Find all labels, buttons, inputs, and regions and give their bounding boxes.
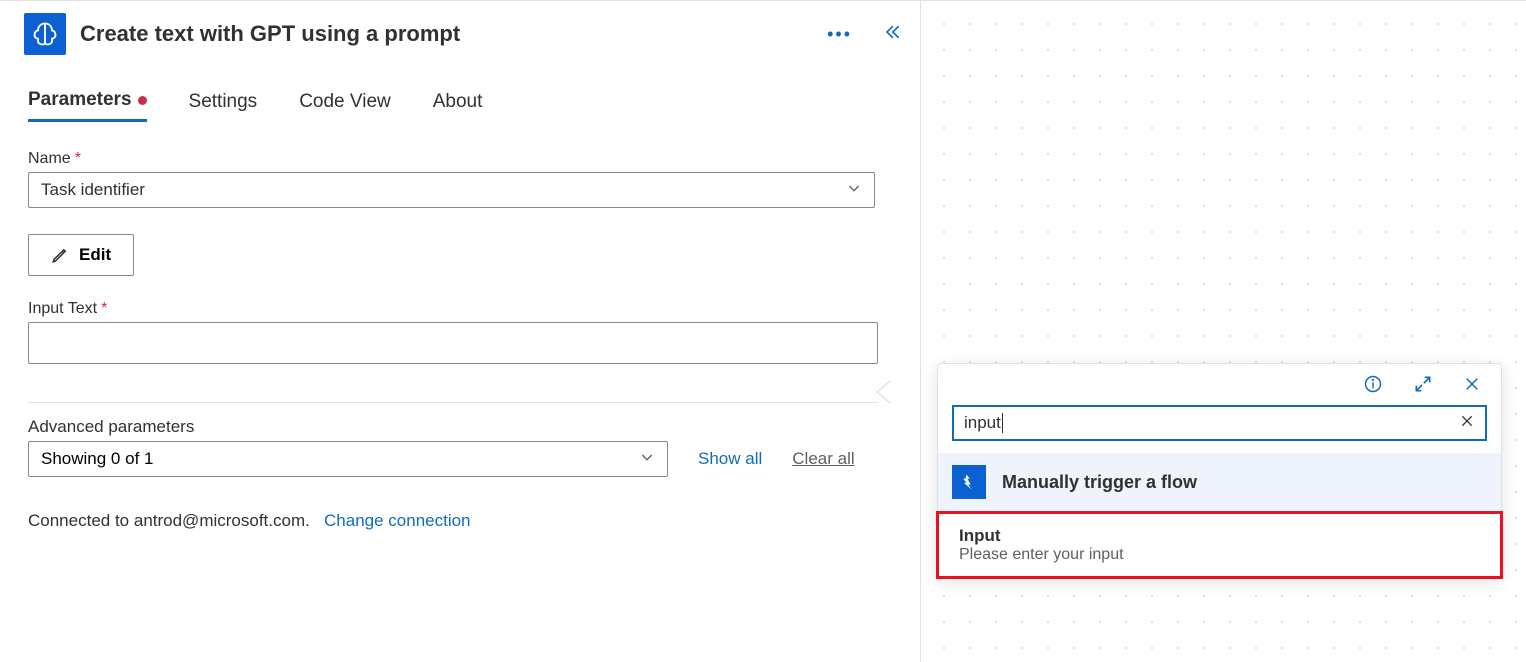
dynamic-content-picker: input Manually trigger a flow Input Plea… xyxy=(937,363,1502,578)
close-icon[interactable] xyxy=(1463,375,1481,398)
search-input[interactable]: input xyxy=(952,405,1487,441)
change-connection-link[interactable]: Change connection xyxy=(324,511,471,530)
clear-search-icon[interactable] xyxy=(1459,413,1475,434)
action-title: Create text with GPT using a prompt xyxy=(80,21,813,47)
show-all-link[interactable]: Show all xyxy=(698,449,762,469)
advanced-dropdown-value: Showing 0 of 1 xyxy=(41,449,153,469)
tab-about[interactable]: About xyxy=(433,89,483,122)
trigger-title: Manually trigger a flow xyxy=(1002,472,1197,493)
clear-all-link[interactable]: Clear all xyxy=(792,449,854,469)
connection-info: Connected to antrod@microsoft.com. Chang… xyxy=(28,511,892,531)
advanced-parameters-label: Advanced parameters xyxy=(28,417,892,437)
dynamic-item-description: Please enter your input xyxy=(959,546,1480,564)
trigger-icon xyxy=(952,465,986,499)
name-dropdown[interactable]: Task identifier xyxy=(28,172,875,208)
edit-button-label: Edit xyxy=(79,245,111,265)
tab-parameters[interactable]: Parameters xyxy=(28,89,147,122)
pencil-icon xyxy=(51,246,69,264)
dynamic-content-item-input[interactable]: Input Please enter your input xyxy=(936,511,1503,579)
chevron-down-icon xyxy=(846,180,862,201)
input-text-field[interactable] xyxy=(28,322,878,364)
info-icon[interactable] xyxy=(1363,374,1383,399)
tab-settings[interactable]: Settings xyxy=(189,89,258,122)
expand-icon[interactable] xyxy=(1413,374,1433,399)
validation-dot-icon xyxy=(138,96,147,105)
action-icon xyxy=(24,13,66,55)
edit-button[interactable]: Edit xyxy=(28,234,134,276)
dynamic-item-title: Input xyxy=(959,526,1480,546)
tab-label: Parameters xyxy=(28,89,132,111)
name-field-label: Name* xyxy=(28,150,892,168)
tabs-bar: Parameters Settings Code View About xyxy=(0,55,920,122)
canvas-area[interactable]: input Manually trigger a flow Input Plea… xyxy=(920,0,1526,662)
name-dropdown-value: Task identifier xyxy=(41,180,145,200)
advanced-parameters-dropdown[interactable]: Showing 0 of 1 xyxy=(28,441,668,477)
search-input-value: input xyxy=(964,413,1003,433)
input-text-label: Input Text* xyxy=(28,300,892,318)
more-menu[interactable]: ••• xyxy=(827,24,852,45)
tab-code-view[interactable]: Code View xyxy=(299,89,391,122)
collapse-panel-button[interactable] xyxy=(882,22,902,47)
chevron-down-icon xyxy=(639,449,655,470)
trigger-section-header[interactable]: Manually trigger a flow xyxy=(938,453,1501,511)
divider xyxy=(28,402,878,403)
